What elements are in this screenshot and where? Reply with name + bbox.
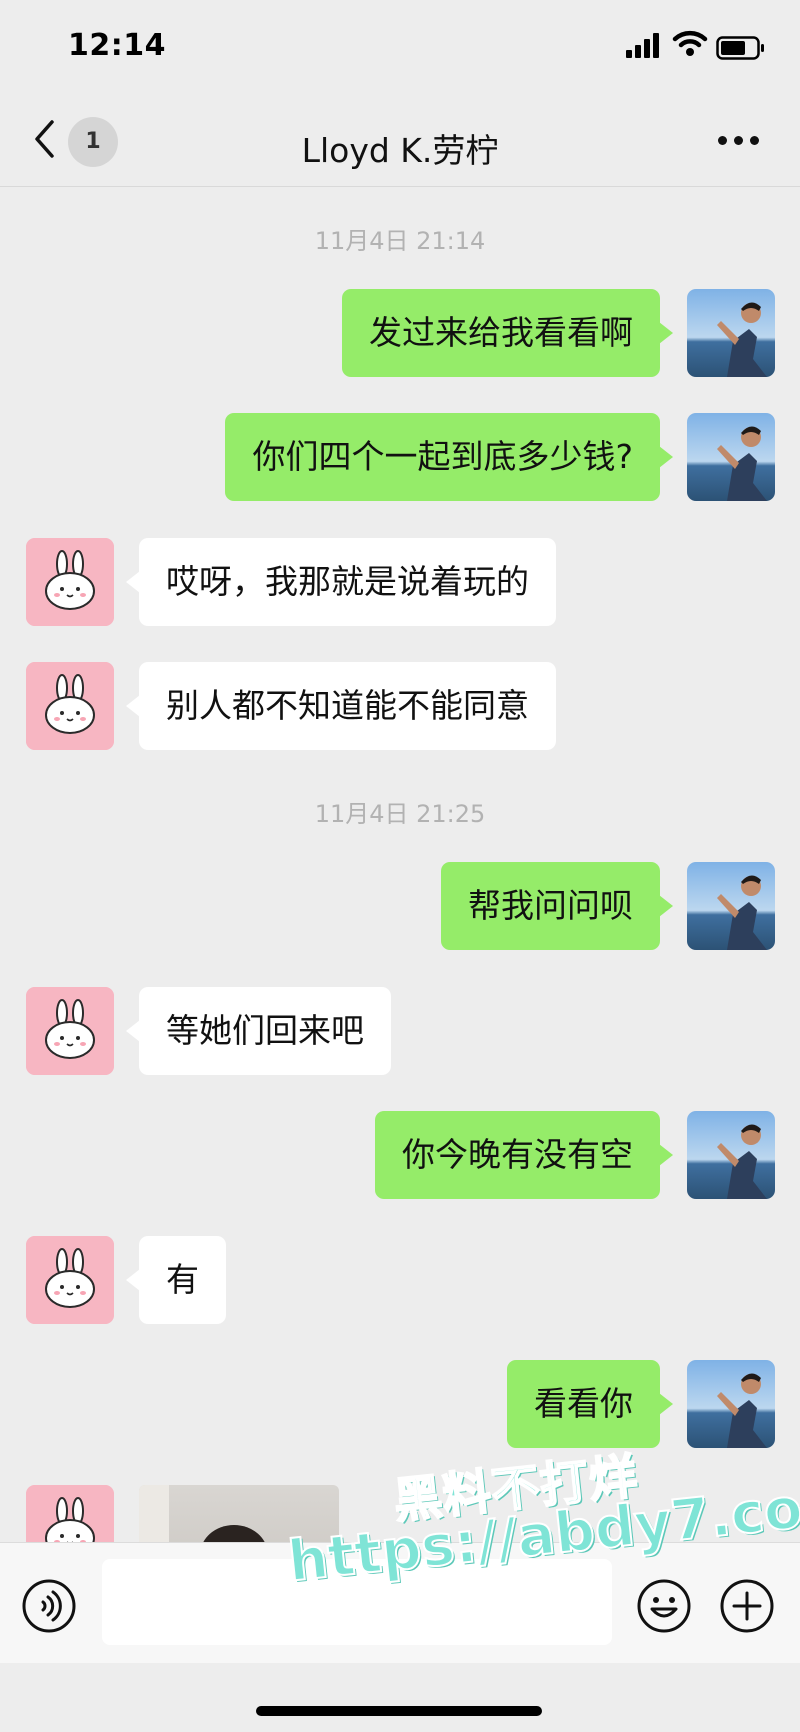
chat-title: Lloyd K.劳柠 — [301, 131, 499, 170]
message-input[interactable] — [102, 1559, 612, 1645]
message-row-incoming: 等她们回来吧 — [0, 987, 800, 1077]
voice-icon[interactable] — [21, 1578, 77, 1634]
incoming-message-bubble[interactable]: 有 — [126, 1236, 226, 1324]
contact-avatar[interactable] — [26, 538, 114, 626]
image-message[interactable] — [139, 1485, 339, 1542]
message-row-incoming: 有 — [0, 1236, 800, 1326]
status-bar: 12:14 — [0, 0, 800, 96]
incoming-message-bubble[interactable]: 哎呀，我那就是说着玩的 — [126, 538, 556, 626]
my-avatar[interactable] — [687, 862, 775, 950]
chat-messages[interactable]: 11月4日 21:14 发过来给我看看啊 你们四个一起到底多少钱? 哎呀，我那就… — [0, 187, 800, 1542]
back-button[interactable] — [30, 116, 60, 162]
my-avatar[interactable] — [687, 1360, 775, 1448]
contact-avatar[interactable] — [26, 662, 114, 750]
message-row-outgoing: 看看你 — [0, 1360, 800, 1450]
outgoing-message-bubble[interactable]: 你今晚有没有空 — [375, 1111, 673, 1199]
incoming-message-bubble[interactable]: 别人都不知道能不能同意 — [126, 662, 556, 750]
outgoing-message-bubble[interactable]: 你们四个一起到底多少钱? — [225, 413, 673, 501]
message-row-outgoing: 发过来给我看看啊 — [0, 289, 800, 379]
image-message-thumbnail — [139, 1485, 265, 1542]
chat-timestamp: 11月4日 21:14 — [314, 227, 486, 255]
incoming-message-bubble[interactable]: 等她们回来吧 — [126, 987, 391, 1075]
message-row-incoming — [0, 1485, 800, 1542]
plus-icon[interactable] — [719, 1578, 775, 1634]
unread-count-badge[interactable]: 1 — [68, 117, 118, 167]
input-bar — [0, 1542, 800, 1663]
my-avatar[interactable] — [687, 413, 775, 501]
outgoing-message-bubble[interactable]: 看看你 — [507, 1360, 673, 1448]
chat-header: 1 Lloyd K.劳柠 — [0, 96, 800, 187]
message-row-incoming: 哎呀，我那就是说着玩的 — [0, 538, 800, 628]
message-row-outgoing: 你今晚有没有空 — [0, 1111, 800, 1201]
home-indicator[interactable] — [256, 1706, 542, 1716]
status-time: 12:14 — [68, 28, 166, 63]
battery-icon — [716, 36, 764, 60]
outgoing-message-bubble[interactable]: 帮我问问呗 — [441, 862, 673, 950]
message-row-outgoing: 帮我问问呗 — [0, 862, 800, 952]
contact-avatar[interactable] — [26, 987, 114, 1075]
my-avatar[interactable] — [687, 289, 775, 377]
contact-avatar[interactable] — [26, 1485, 114, 1542]
my-avatar[interactable] — [687, 1111, 775, 1199]
chat-timestamp: 11月4日 21:25 — [314, 800, 486, 828]
wifi-icon — [672, 30, 708, 56]
more-dots-icon[interactable] — [718, 136, 760, 148]
message-row-outgoing: 你们四个一起到底多少钱? — [0, 413, 800, 503]
emoji-icon[interactable] — [636, 1578, 692, 1634]
message-row-incoming: 别人都不知道能不能同意 — [0, 662, 800, 752]
contact-avatar[interactable] — [26, 1236, 114, 1324]
outgoing-message-bubble[interactable]: 发过来给我看看啊 — [342, 289, 673, 377]
cellular-signal-icon — [626, 32, 662, 58]
